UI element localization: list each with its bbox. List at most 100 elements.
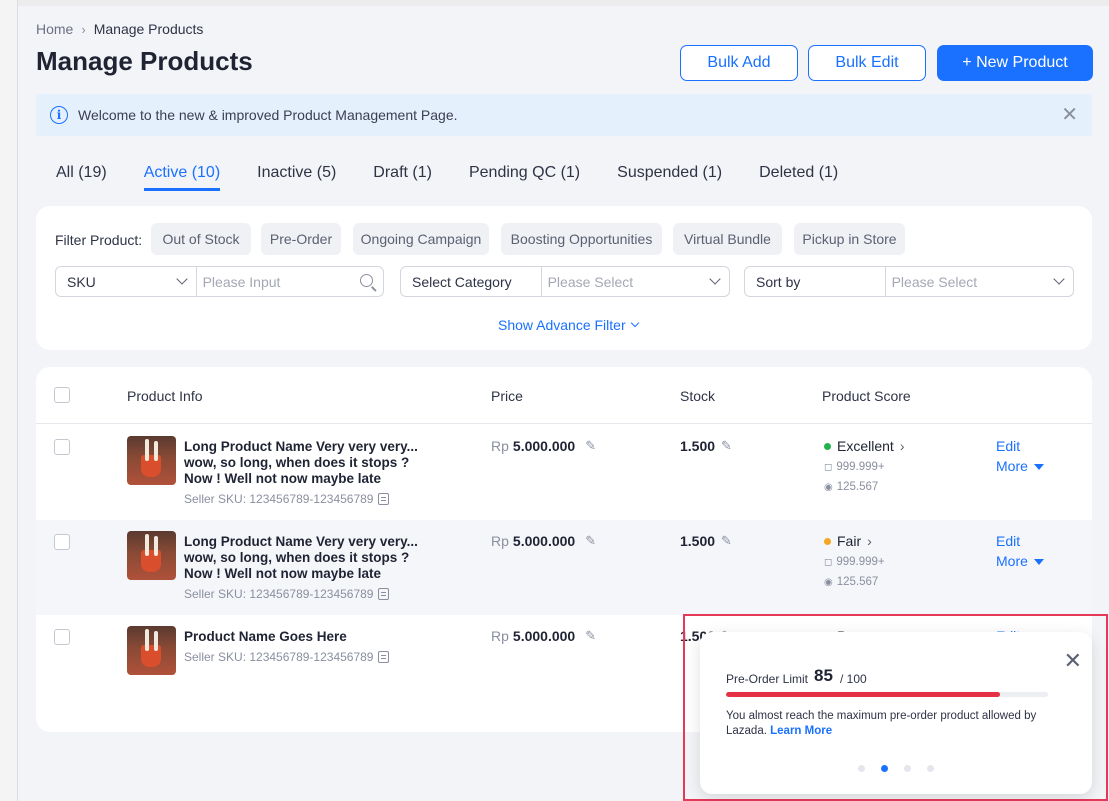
edit-pencil-icon[interactable]: ✎ [721, 438, 732, 454]
bag-icon: ◻ [824, 556, 833, 568]
seller-sku: Seller SKU: 123456789-123456789 [184, 650, 390, 664]
show-advance-filter-link[interactable]: Show Advance Filter [498, 317, 639, 333]
header-product-score: Product Score [822, 388, 911, 404]
pre-order-limit-popup: ✕ Pre-Order Limit 85 / 100 You almost re… [700, 632, 1092, 794]
edit-link[interactable]: Edit [996, 533, 1020, 549]
edit-link[interactable]: Edit [996, 438, 1020, 454]
filter-chip-virtual-bundle[interactable]: Virtual Bundle [673, 223, 782, 255]
tab-suspended[interactable]: Suspended (1) [617, 164, 722, 191]
learn-more-link[interactable]: Learn More [770, 725, 832, 737]
copy-icon[interactable] [378, 493, 390, 505]
copy-icon[interactable] [378, 651, 390, 663]
sort-group: Sort by Please Select [744, 266, 1074, 297]
filter-chip-pre-order[interactable]: Pre-Order [261, 223, 341, 255]
product-score[interactable]: Fair › [824, 533, 872, 549]
filter-chip-pickup-in-store[interactable]: Pickup in Store [794, 223, 905, 255]
chevron-down-icon [709, 273, 721, 285]
pre-order-limit-max: / 100 [840, 672, 867, 686]
chevron-down-icon [175, 273, 188, 285]
tab-pending-qc[interactable]: Pending QC (1) [469, 164, 580, 191]
bag-icon: ◻ [824, 461, 833, 473]
filter-chip-boosting-opportunities[interactable]: Boosting Opportunities [501, 223, 662, 255]
filter-chip-ongoing-campaign[interactable]: Ongoing Campaign [353, 223, 489, 255]
carousel-dot[interactable] [858, 765, 865, 772]
pre-order-limit-value: 85 [814, 666, 833, 685]
tab-active[interactable]: Active (10) [143, 164, 221, 191]
tab-deleted[interactable]: Deleted (1) [759, 164, 838, 191]
more-dropdown[interactable]: More [996, 458, 1044, 474]
sold-value: 999.999+ [836, 461, 885, 473]
sku-search-input[interactable]: Please Input [195, 267, 383, 296]
header-stock: Stock [680, 388, 716, 404]
more-dropdown[interactable]: More [996, 553, 1044, 569]
pre-order-progress-bar [726, 692, 1048, 697]
seller-sku-text: Seller SKU: 123456789-123456789 [184, 587, 374, 601]
category-group: Select Category Please Select [400, 266, 730, 297]
category-select[interactable]: Please Select [540, 267, 729, 296]
page-title: Manage Products [36, 46, 253, 76]
more-label: More [996, 458, 1028, 474]
row-checkbox[interactable] [54, 534, 70, 550]
close-icon[interactable]: ✕ [1061, 105, 1078, 125]
edit-pencil-icon[interactable]: ✎ [585, 628, 596, 644]
welcome-banner: i Welcome to the new & improved Product … [36, 94, 1092, 136]
seller-sku-text: Seller SKU: 123456789-123456789 [184, 492, 374, 506]
product-score[interactable]: Excellent › [824, 438, 904, 454]
select-all-checkbox[interactable] [54, 387, 70, 403]
view-count: ◉ 125.567 [824, 481, 878, 493]
row-checkbox[interactable] [54, 439, 70, 455]
view-value: 125.567 [836, 481, 879, 493]
filter-label: Filter Product: [55, 232, 143, 248]
tab-inactive[interactable]: Inactive (5) [257, 164, 336, 191]
sort-label: Sort by [745, 267, 885, 296]
filter-chip-out-of-stock[interactable]: Out of Stock [151, 223, 251, 255]
eye-icon: ◉ [824, 576, 833, 588]
edit-pencil-icon[interactable]: ✎ [585, 438, 596, 454]
price-cell: Rp 5.000.000 ✎ [491, 533, 596, 549]
sku-search-group: SKU Please Input [55, 266, 384, 297]
sold-count: ◻ 999.999+ [824, 556, 885, 568]
breadcrumb-home[interactable]: Home [36, 21, 73, 37]
table-row: Long Product Name Very very very... wow,… [36, 425, 1092, 520]
pre-order-progress-fill [726, 692, 1000, 697]
breadcrumb: Home › Manage Products [36, 21, 203, 37]
product-name-line: wow, so long, when does it stops ? [184, 550, 410, 565]
product-name-line: Now ! Well not now maybe late [184, 471, 382, 486]
seller-sku: Seller SKU: 123456789-123456789 [184, 587, 390, 601]
price-value: 5.000.000 [512, 533, 576, 549]
copy-icon[interactable] [378, 588, 390, 600]
edit-pencil-icon[interactable]: ✎ [721, 533, 732, 549]
carousel-dot[interactable] [881, 765, 888, 772]
stock-cell: 1.500 ✎ [680, 438, 732, 454]
product-thumbnail[interactable] [127, 626, 176, 675]
tab-all[interactable]: All (19) [56, 164, 107, 191]
category-label-text: Select Category [412, 273, 512, 290]
search-icon[interactable] [360, 274, 373, 287]
sku-select-value: SKU [67, 273, 96, 290]
product-name[interactable]: Long Product Name Very very very... wow,… [184, 439, 418, 487]
product-thumbnail[interactable] [127, 436, 176, 485]
caret-down-icon [1033, 559, 1044, 566]
stock-value: 1.500 [680, 438, 716, 454]
row-checkbox[interactable] [54, 629, 70, 645]
carousel-dots [858, 765, 934, 772]
price-cell: Rp 5.000.000 ✎ [491, 438, 596, 454]
price-value: 5.000.000 [512, 438, 576, 454]
new-product-button[interactable]: + New Product [937, 45, 1093, 81]
product-name[interactable]: Long Product Name Very very very... wow,… [184, 534, 418, 582]
bulk-edit-button[interactable]: Bulk Edit [808, 45, 926, 81]
header-product-info: Product Info [127, 388, 203, 404]
bulk-add-button[interactable]: Bulk Add [680, 45, 798, 81]
carousel-dot[interactable] [904, 765, 911, 772]
carousel-dot[interactable] [927, 765, 934, 772]
eye-icon: ◉ [824, 481, 833, 493]
product-thumbnail[interactable] [127, 531, 176, 580]
product-name[interactable]: Product Name Goes Here [184, 629, 347, 645]
sku-select[interactable]: SKU [56, 267, 196, 296]
advance-filter-text: Show Advance Filter [498, 317, 626, 333]
seller-sku: Seller SKU: 123456789-123456789 [184, 492, 390, 506]
tab-draft[interactable]: Draft (1) [373, 164, 432, 191]
close-icon[interactable]: ✕ [1064, 650, 1082, 672]
edit-pencil-icon[interactable]: ✎ [585, 533, 596, 549]
sort-select[interactable]: Please Select [884, 267, 1073, 296]
